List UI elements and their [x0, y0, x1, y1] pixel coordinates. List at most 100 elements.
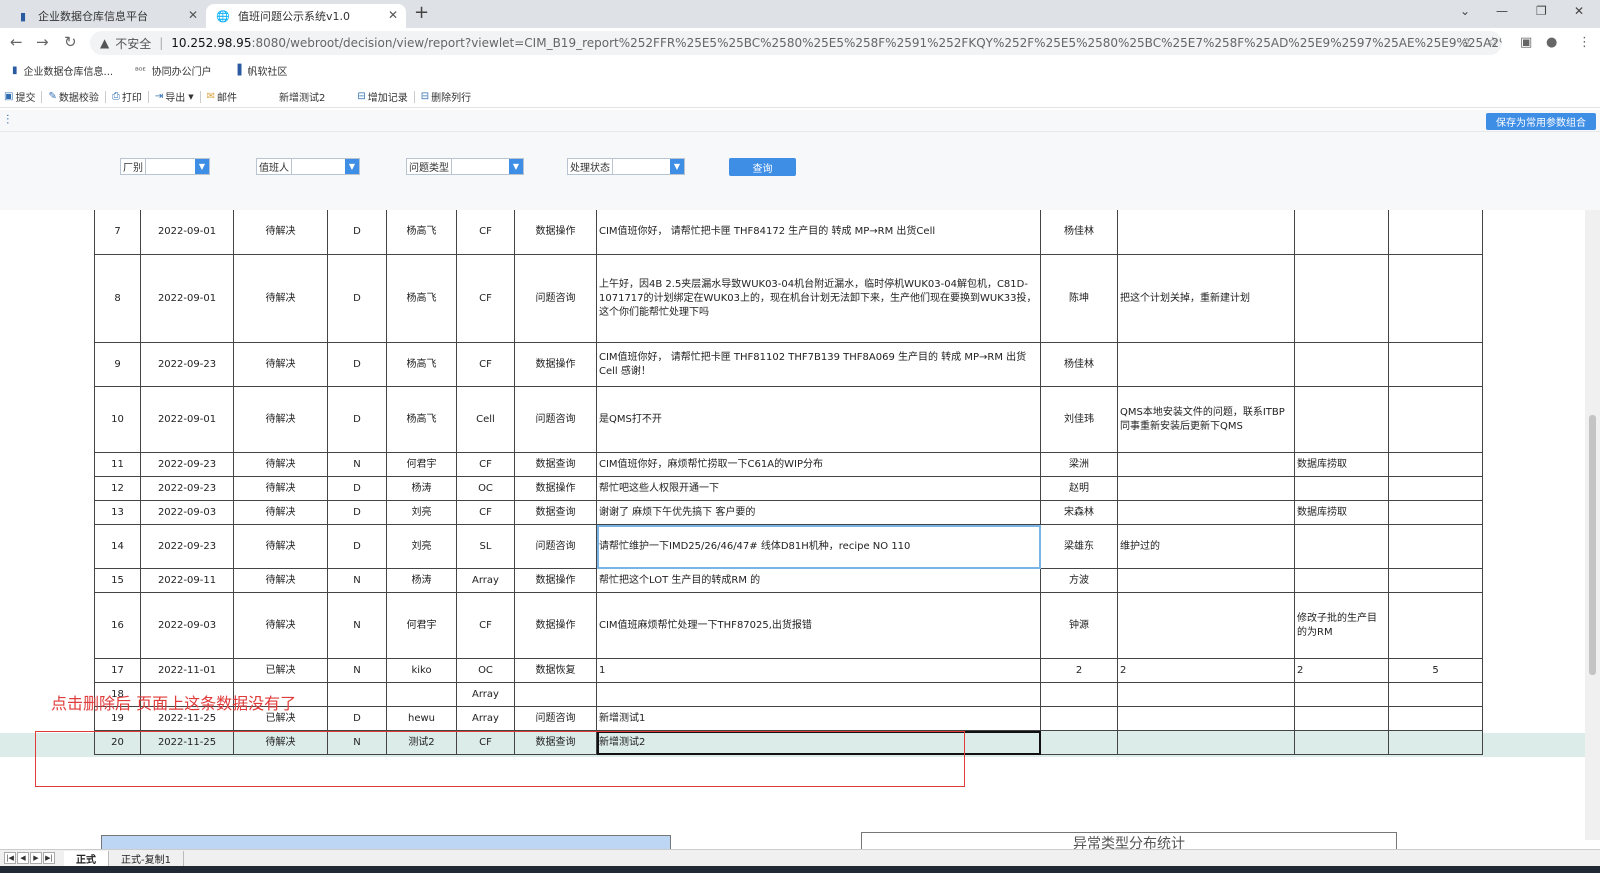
cell-type[interactable]: 数据操作: [514, 476, 597, 501]
sidebar-icon[interactable]: ▣: [1520, 35, 1532, 50]
cell-person[interactable]: 杨高飞: [386, 386, 457, 453]
vertical-scrollbar[interactable]: [1585, 210, 1600, 840]
cell-note[interactable]: [1294, 386, 1389, 453]
cell-date[interactable]: 2022-09-11: [140, 568, 234, 593]
bookmark-1[interactable]: ▮ 企业数据仓库信息...: [12, 63, 113, 78]
last-sheet-icon[interactable]: ▶|: [43, 852, 55, 864]
cell-solution[interactable]: [1117, 500, 1295, 525]
cell-date[interactable]: 2022-09-03: [140, 500, 234, 525]
cell-desc[interactable]: 上午好，因4B 2.5夹层漏水导致WUK03-04机台附近漏水，临时停机WUK0…: [596, 254, 1041, 343]
cell-person[interactable]: 杨涛: [386, 476, 457, 501]
print-button[interactable]: ⎙ 打印: [108, 87, 146, 107]
save-params-button[interactable]: 保存为常用参数组合: [1486, 113, 1596, 130]
cell-no[interactable]: 9: [94, 342, 141, 387]
profile-icon[interactable]: ●: [1546, 35, 1557, 50]
cell-solution[interactable]: [1117, 682, 1295, 707]
cell-handler[interactable]: 宋森林: [1040, 500, 1118, 525]
cell-factory[interactable]: CF: [456, 210, 515, 255]
cell-person[interactable]: 杨高飞: [386, 342, 457, 387]
cell-person[interactable]: 杨高飞: [386, 254, 457, 343]
new-test-button[interactable]: 新增测试2: [275, 87, 329, 107]
cell-note[interactable]: [1294, 524, 1389, 569]
cell-person[interactable]: 何君宇: [386, 452, 457, 477]
cell-status[interactable]: 待解决: [233, 386, 328, 453]
cell-status[interactable]: 待解决: [233, 254, 328, 343]
cell-desc[interactable]: 帮忙把这个LOT 生产目的转成RM 的: [596, 568, 1041, 593]
cell-no[interactable]: 17: [94, 658, 141, 683]
cell-factory[interactable]: CF: [456, 592, 515, 659]
cell-shift[interactable]: N: [327, 568, 387, 593]
cell-person[interactable]: hewu: [386, 706, 457, 731]
cell-extra[interactable]: [1388, 706, 1483, 731]
table-row[interactable]: 10 2022-09-01 待解决 D 杨高飞 Cell 问题咨询 是QMS打不开 刘佳玮 QMS…: [94, 386, 1483, 453]
tab-search-icon[interactable]: ⌄: [1460, 4, 1470, 18]
cell-desc[interactable]: 1: [596, 658, 1041, 683]
cell-date[interactable]: 2022-09-23: [140, 476, 234, 501]
cell-status[interactable]: 待解决: [233, 524, 328, 569]
cell-desc[interactable]: [596, 682, 1041, 707]
share-icon[interactable]: ⇪: [1462, 36, 1472, 50]
cell-shift[interactable]: N: [327, 592, 387, 659]
cell-handler[interactable]: 杨佳林: [1040, 342, 1118, 387]
cell-note[interactable]: 2: [1294, 658, 1389, 683]
cell-status[interactable]: 已解决: [233, 658, 328, 683]
scroll-thumb[interactable]: [1589, 415, 1596, 675]
cell-solution[interactable]: [1117, 452, 1295, 477]
cell-desc[interactable]: 帮忙吧这些人权限开通一下: [596, 476, 1041, 501]
cell-solution[interactable]: [1117, 210, 1295, 255]
cell-note[interactable]: 数据库捞取: [1294, 500, 1389, 525]
cell-extra[interactable]: [1388, 500, 1483, 525]
chevron-down-icon[interactable]: ▼: [670, 159, 684, 174]
cell-note[interactable]: [1294, 342, 1389, 387]
cell-person[interactable]: 刘亮: [386, 500, 457, 525]
cell-desc[interactable]: 谢谢了 麻烦下午优先搞下 客户要的: [596, 500, 1041, 525]
cell-note[interactable]: [1294, 730, 1389, 755]
export-button[interactable]: ⇥ 导出 ▼: [151, 87, 198, 107]
cell-desc[interactable]: 新增测试1: [596, 706, 1041, 731]
cell-type[interactable]: 问题咨询: [514, 706, 597, 731]
validate-button[interactable]: ✎ 数据校验: [44, 87, 102, 107]
cell-person[interactable]: 杨高飞: [386, 210, 457, 255]
reload-icon[interactable]: ↻: [64, 33, 77, 51]
cell-date[interactable]: 2022-09-23: [140, 524, 234, 569]
cell-shift[interactable]: D: [327, 524, 387, 569]
cell-shift[interactable]: D: [327, 210, 387, 255]
cell-shift[interactable]: N: [327, 658, 387, 683]
cell-no[interactable]: 8: [94, 254, 141, 343]
add-record-button[interactable]: ⊟ 增加记录: [353, 87, 411, 107]
cell-factory[interactable]: CF: [456, 342, 515, 387]
cell-shift[interactable]: D: [327, 476, 387, 501]
cell-factory[interactable]: Array: [456, 682, 515, 707]
cell-desc[interactable]: 请帮忙维护一下IMD25/26/46/47# 线体D81H机种，recipe N…: [596, 524, 1041, 569]
table-row[interactable]: 18 Array: [94, 682, 1483, 707]
cell-solution[interactable]: QMS本地安装文件的问题，联系ITBP同事重新安装后更新下QMS: [1117, 386, 1295, 453]
cell-factory[interactable]: Array: [456, 706, 515, 731]
cell-type[interactable]: 数据操作: [514, 210, 597, 255]
cell-handler[interactable]: 杨佳林: [1040, 210, 1118, 255]
cell-type[interactable]: 问题咨询: [514, 386, 597, 453]
cell-handler[interactable]: 梁雄东: [1040, 524, 1118, 569]
cell-no[interactable]: 10: [94, 386, 141, 453]
restore-icon[interactable]: ❐: [1536, 4, 1547, 18]
factory-select[interactable]: 厂别 ▼: [120, 158, 210, 175]
cell-no[interactable]: 12: [94, 476, 141, 501]
cell-factory[interactable]: CF: [456, 500, 515, 525]
table-row[interactable]: 9 2022-09-23 待解决 D 杨高飞 CF 数据操作 CIM值班你好， 请帮忙把卡匣 …: [94, 342, 1483, 387]
table-row[interactable]: 17 2022-11-01 已解决 Nkiko OC 数据恢复 1 2 2 2 5: [94, 658, 1483, 683]
cell-extra[interactable]: [1388, 210, 1483, 255]
cell-note[interactable]: 修改子批的生产目的为RM: [1294, 592, 1389, 659]
forward-icon[interactable]: →: [36, 33, 49, 51]
cell-solution[interactable]: [1117, 476, 1295, 501]
minimize-icon[interactable]: —: [1496, 4, 1508, 18]
cell-no[interactable]: 14: [94, 524, 141, 569]
cell-handler[interactable]: 赵明: [1040, 476, 1118, 501]
cell-date[interactable]: 2022-11-01: [140, 658, 234, 683]
table-row[interactable]: 14 2022-09-23 待解决 D 刘亮 SL 问题咨询 请帮忙维护一下IMD25/26/…: [94, 524, 1483, 569]
cell-solution[interactable]: [1117, 706, 1295, 731]
cell-type[interactable]: 数据操作: [514, 342, 597, 387]
new-tab-button[interactable]: +: [414, 2, 429, 23]
cell-no[interactable]: 13: [94, 500, 141, 525]
browser-tab-2[interactable]: 🌐 值班问题公示系统v1.0 ✕: [206, 4, 406, 28]
cell-no[interactable]: 11: [94, 452, 141, 477]
cell-extra[interactable]: [1388, 524, 1483, 569]
